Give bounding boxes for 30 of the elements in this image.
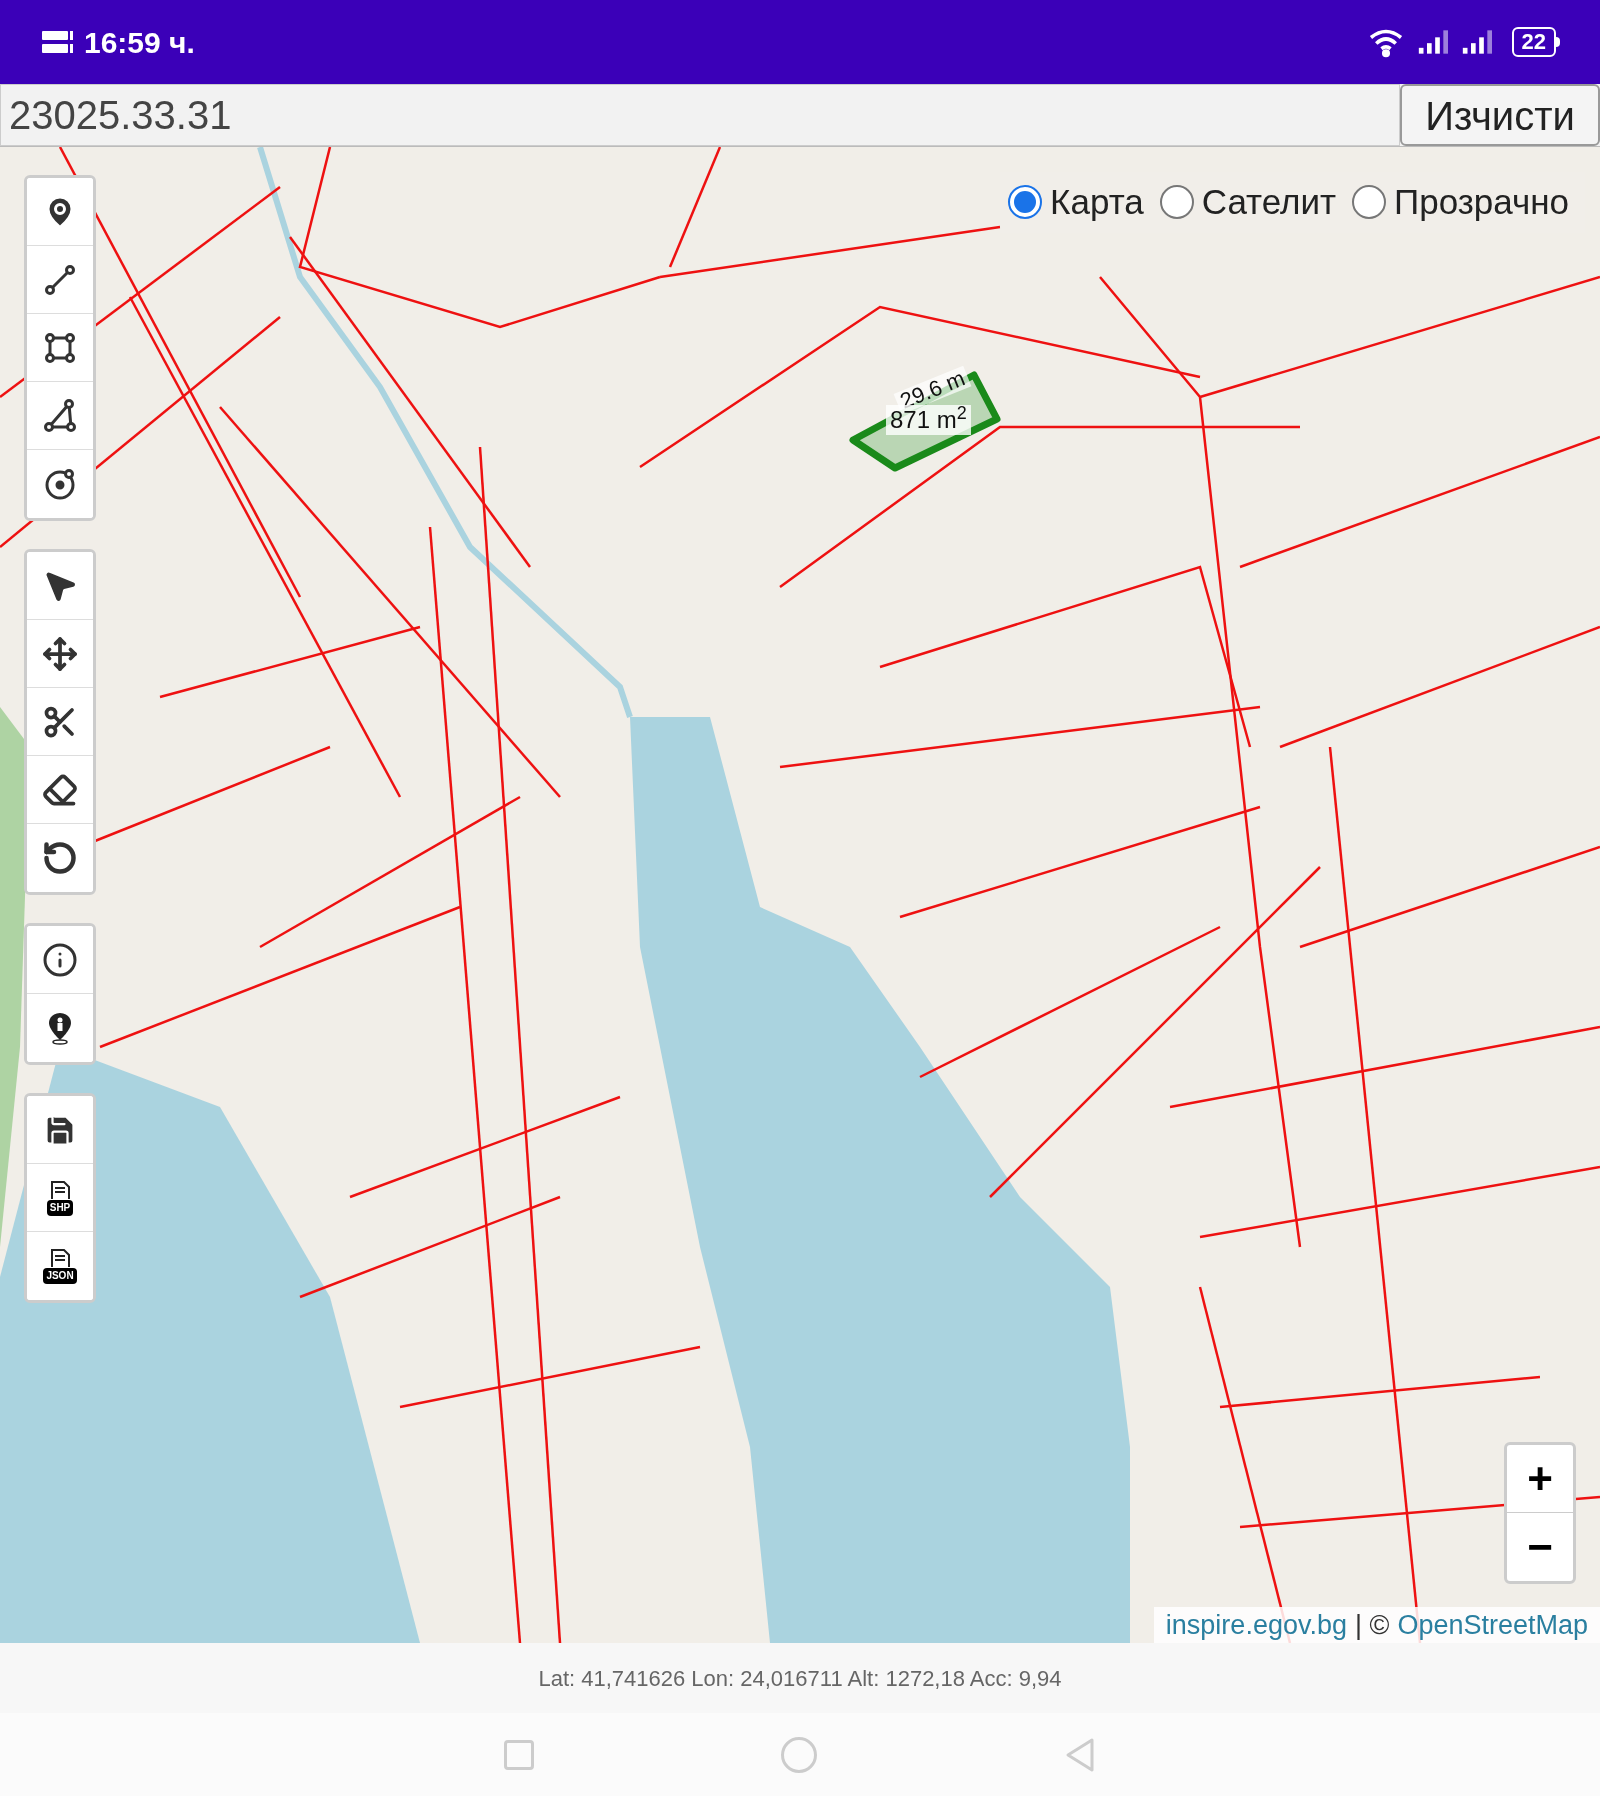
file-format-label: JSON (43, 1268, 77, 1284)
zoom-out-button[interactable]: − (1507, 1513, 1573, 1581)
file-format-label: SHP (46, 1199, 74, 1216)
layer-radio-option[interactable]: Прозрачно (1352, 176, 1569, 229)
attribution-separator: | © (1354, 1608, 1390, 1642)
tool-button[interactable] (27, 178, 93, 246)
battery-indicator: 22 (1511, 27, 1556, 57)
tool-button[interactable] (27, 552, 93, 620)
location-readout: Lat: 41,741626 Lon: 24,016711 Alt: 1272,18 Acc: 9,94 (538, 1664, 1062, 1693)
area-label: 871 m$^{2}$ (886, 405, 971, 435)
tool-button[interactable] (27, 1096, 93, 1164)
radio-button[interactable] (1008, 185, 1043, 220)
clear-button[interactable]: Изчисти (1400, 84, 1600, 146)
radio-button[interactable] (1352, 185, 1387, 220)
clock-time: 16:59 ч. (84, 24, 195, 61)
attribution-link[interactable]: OpenStreetMap (1397, 1604, 1588, 1643)
attribution-link[interactable]: inspire.egov.bg (1165, 1604, 1347, 1643)
radio-button[interactable] (1159, 185, 1194, 220)
document-icon (48, 1179, 72, 1200)
search-field[interactable]: 23025.33.31 (0, 84, 1400, 146)
layer-radio-option[interactable]: Карта (1008, 176, 1144, 229)
layer-radio-option[interactable]: Сателит (1159, 176, 1337, 229)
document-icon (48, 1248, 72, 1268)
map-drawing[interactable] (0, 147, 1600, 1643)
info-icon (42, 941, 78, 978)
move-icon (42, 635, 78, 672)
tool-button[interactable] (27, 926, 93, 994)
triangle-icon (42, 397, 78, 434)
zoom-in-button[interactable]: + (1507, 1445, 1573, 1513)
undo-icon (42, 840, 78, 876)
